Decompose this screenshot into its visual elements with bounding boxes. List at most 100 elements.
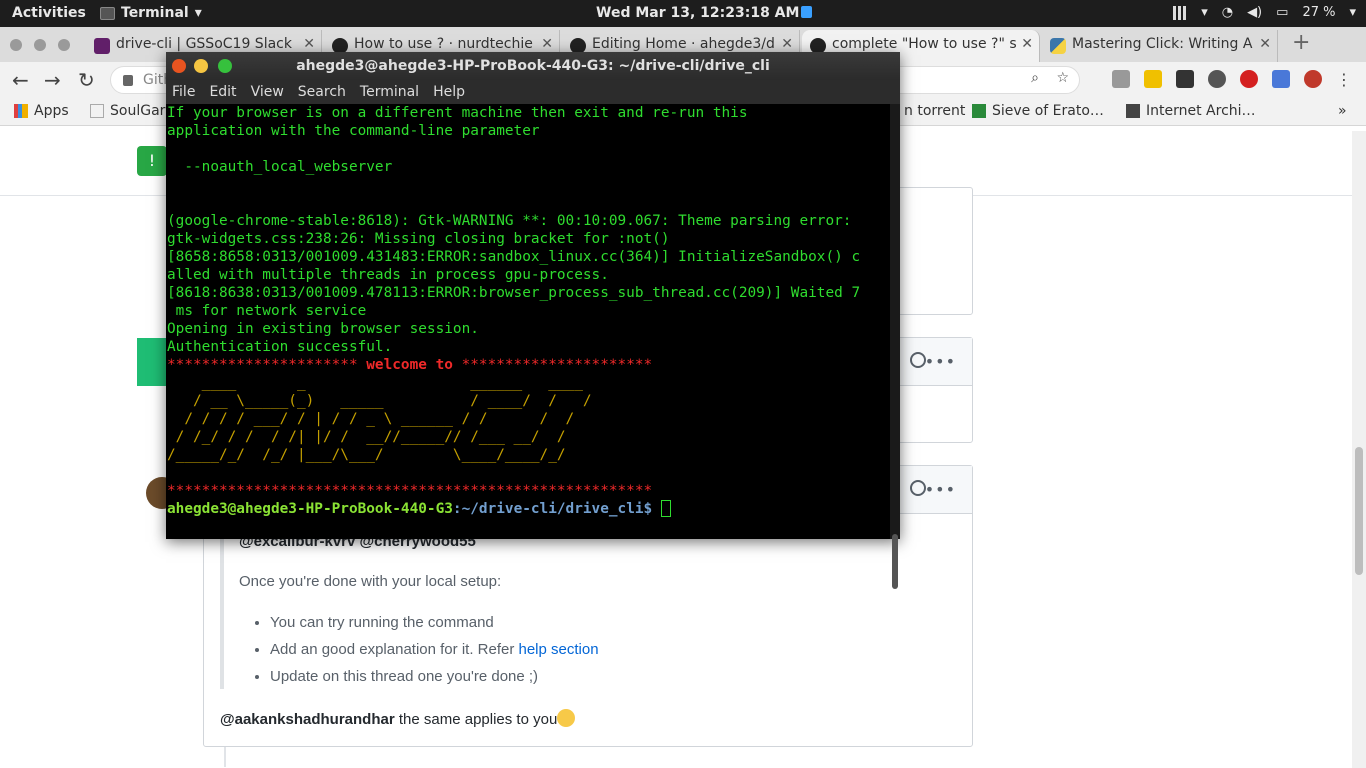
bookmark-item[interactable]: Sieve of Erato… — [972, 103, 1104, 119]
terminal-icon — [100, 6, 115, 20]
page-scrollbar[interactable] — [1352, 131, 1366, 768]
chevron-down-icon: ▾ — [1349, 5, 1356, 20]
close-window-icon[interactable] — [172, 59, 186, 73]
menu-icon[interactable]: ⋮ — [1336, 70, 1352, 89]
lock-icon — [123, 75, 133, 86]
scrollbar-thumb[interactable] — [1355, 447, 1363, 575]
battery-icon: ▭ — [1276, 5, 1289, 20]
bookmark-item[interactable]: SoulGar — [90, 103, 165, 119]
menu-edit[interactable]: Edit — [209, 84, 236, 104]
slack-icon — [94, 38, 110, 54]
more-bookmarks-icon[interactable]: » — [1338, 103, 1347, 119]
translate-icon[interactable] — [1272, 70, 1290, 88]
chevron-down-icon: ▾ — [194, 5, 202, 21]
minimize-dot-icon[interactable] — [34, 39, 46, 51]
extension-icon[interactable] — [1176, 70, 1194, 88]
indicator-icon[interactable] — [1173, 5, 1188, 20]
terminal-window[interactable]: ahegde3@ahegde3-HP-ProBook-440-G3: ~/dri… — [166, 52, 900, 589]
close-icon[interactable]: ✕ — [541, 36, 553, 52]
close-icon[interactable]: ✕ — [303, 36, 315, 52]
status-badge: ! — [137, 146, 167, 176]
app-menu[interactable]: Terminal ▾ — [100, 5, 202, 21]
list-item: You can try running the command — [270, 614, 599, 641]
ascii-art-line: ____ _ ______ ____ — [167, 375, 583, 391]
bookmark-label: Sieve of Erato… — [992, 103, 1104, 119]
bookmark-label: n torrent — [904, 103, 966, 119]
menu-file[interactable]: File — [172, 84, 195, 104]
extensions-row: ⋮ — [1112, 70, 1352, 89]
terminal-scrollbar[interactable] — [890, 104, 900, 589]
list-item: Update on this thread one you're done ;) — [270, 668, 599, 695]
close-icon[interactable]: ✕ — [1021, 36, 1033, 52]
zoom-icon[interactable]: ⌕ — [1031, 70, 1039, 86]
adblock-icon[interactable] — [1240, 70, 1258, 88]
new-tab-button[interactable]: + — [1292, 30, 1310, 55]
terminal-titlebar[interactable]: ahegde3@ahegde3-HP-ProBook-440-G3: ~/dri… — [166, 52, 900, 80]
emoji-reaction-icon[interactable] — [910, 480, 926, 496]
more-options-icon[interactable]: ••• — [925, 480, 956, 499]
system-tray[interactable]: ▾ ◔ ◀) ▭ 27 % ▾ — [1173, 5, 1356, 20]
clock-text: Wed Mar 13, 12:23:18 AM — [596, 5, 800, 21]
bookmark-apps[interactable]: Apps — [14, 103, 69, 119]
ascii-art-line: / / / / ___/ / | / / _ \ ______ / / / / — [167, 411, 575, 427]
scrollbar-thumb[interactable] — [892, 534, 898, 589]
list-item-text: Update on this thread one you're done ;) — [270, 668, 539, 685]
ascii-art-line: / /_/ / / / /| |/ / __//_____// /___ __/… — [167, 429, 566, 445]
close-dot-icon[interactable] — [10, 39, 22, 51]
menu-terminal[interactable]: Terminal — [360, 84, 419, 104]
bookmark-label: Apps — [34, 103, 69, 119]
blockquote-bar — [220, 525, 224, 689]
window-controls[interactable] — [10, 39, 70, 51]
activities-button[interactable]: Activities — [12, 5, 86, 21]
reply-text: the same applies to you — [394, 711, 558, 728]
bookmark-item[interactable]: Internet Archi… — [1126, 103, 1256, 119]
menu-search[interactable]: Search — [298, 84, 346, 104]
terminal-menubar: File Edit View Search Terminal Help — [166, 80, 900, 104]
menu-view[interactable]: View — [251, 84, 284, 104]
back-icon[interactable]: ← — [12, 68, 29, 92]
prompt-symbol: $ — [643, 501, 661, 517]
emoji-reaction-icon[interactable] — [910, 352, 926, 368]
instructions-list: You can try running the command Add an g… — [270, 614, 599, 695]
archive-icon — [1126, 104, 1140, 118]
output-line: ms for network service — [167, 303, 367, 319]
extension-icon[interactable] — [1112, 70, 1130, 88]
output-line: (google-chrome-stable:8618): Gtk-WARNING… — [167, 213, 852, 229]
output-line: --noauth_local_webserver — [167, 159, 393, 175]
volume-icon: ◀) — [1247, 5, 1263, 20]
list-item: Add an good explanation for it. Refer he… — [270, 641, 599, 668]
maximize-dot-icon[interactable] — [58, 39, 70, 51]
extension-icon[interactable] — [1144, 70, 1162, 88]
terminal-output[interactable]: If your browser is on a different machin… — [166, 104, 890, 539]
more-options-icon[interactable]: ••• — [925, 352, 956, 371]
stars-left: ********************** — [167, 357, 358, 373]
chevron-down-icon: ▾ — [1201, 5, 1208, 20]
terminal-title: ahegde3@ahegde3-HP-ProBook-440-G3: ~/dri… — [296, 58, 770, 74]
text-cursor — [660, 500, 671, 517]
welcome-banner: ********************** welcome to ******… — [167, 356, 890, 374]
help-section-link[interactable]: help section — [519, 641, 599, 658]
close-icon[interactable]: ✕ — [781, 36, 793, 52]
menu-help[interactable]: Help — [433, 84, 465, 104]
browser-tab[interactable]: Mastering Click: Writing A ✕ — [1042, 30, 1278, 62]
tab-label: Mastering Click: Writing A — [1072, 36, 1253, 52]
minimize-window-icon[interactable] — [194, 59, 208, 73]
star-icon[interactable]: ☆ — [1056, 70, 1069, 86]
extension-icon[interactable] — [1208, 70, 1226, 88]
shell-prompt[interactable]: ahegde3@ahegde3-HP-ProBook-440-G3:~/driv… — [167, 500, 890, 518]
profile-icon[interactable] — [1304, 70, 1322, 88]
output-line: Authentication successful. — [167, 339, 393, 355]
prompt-user: ahegde3@ahegde3-HP-ProBook-440-G3 — [167, 501, 453, 517]
user-mention[interactable]: @aakankshadhurandhar — [220, 711, 395, 728]
output-line: application with the command-line parame… — [167, 123, 540, 139]
forward-icon[interactable]: → — [44, 68, 61, 92]
output-line: [8658:8658:0313/001009.431483:ERROR:sand… — [167, 249, 861, 265]
maximize-window-icon[interactable] — [218, 59, 232, 73]
ascii-art-line: /_____/_/ /_/ |___/\___/ \____/____/_/ — [167, 447, 566, 463]
bookmark-item[interactable]: n torrent — [904, 103, 965, 119]
close-icon[interactable]: ✕ — [1259, 36, 1271, 52]
clock[interactable]: Wed Mar 13, 12:23:18 AM — [596, 5, 813, 21]
reload-icon[interactable]: ↻ — [78, 68, 95, 92]
